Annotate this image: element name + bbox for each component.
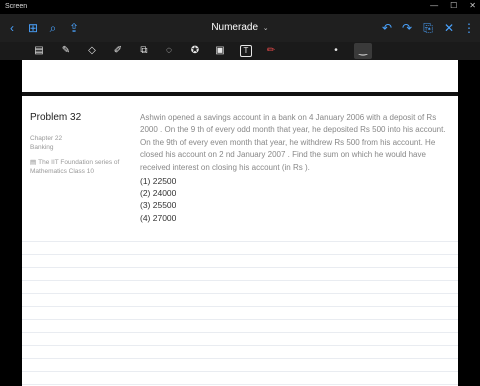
book-reference[interactable]: ▤ The IIT Foundation series of Mathematic… — [30, 158, 119, 176]
option-2: (2) 24000 — [140, 188, 177, 199]
option-3: (3) 25500 — [140, 200, 177, 211]
close-icon[interactable]: ✕ — [441, 20, 457, 36]
option-1: (1) 22500 — [140, 176, 177, 186]
answer-options: (1) 22500 (2) 24000 (3) 25500 (4) 27000 — [140, 175, 176, 224]
lasso-icon[interactable]: ◌ — [161, 43, 177, 59]
sticker-icon[interactable]: ✪ — [187, 43, 203, 59]
topic-label: Banking — [30, 144, 54, 151]
window-controls: — ☐ ✕ — [430, 1, 476, 10]
highlighter-icon[interactable]: ✐ — [110, 43, 126, 59]
laser-pointer-icon[interactable]: ✏ — [263, 43, 279, 59]
eraser-icon[interactable]: ◇ — [84, 43, 100, 59]
more-icon[interactable]: ⋮ — [461, 20, 477, 36]
question-text: Ashwin opened a savings account in a ban… — [140, 113, 446, 172]
save-icon[interactable]: ⎘ — [420, 20, 436, 36]
app-title: Numerade — [211, 22, 259, 33]
window-titlebar: Screen — ☐ ✕ — [0, 0, 480, 14]
redo-icon[interactable]: ↷ — [399, 20, 415, 36]
text-icon[interactable]: T — [240, 45, 252, 57]
pen-size-dot-icon[interactable]: • — [328, 43, 344, 59]
option-4: (4) 27000 — [140, 212, 177, 223]
window-title: Screen — [5, 3, 28, 10]
book-title-line2: Mathematics Class 10 — [30, 168, 94, 175]
close-window-icon[interactable]: ✕ — [469, 1, 476, 10]
chevron-down-icon: ⌄ — [262, 25, 269, 32]
drawing-toolbar: ▤ ✎ ◇ ✐ ⧉ ◌ ✪ ▣ T ✏ • ‿ — [0, 42, 480, 60]
problem-title: Problem 32 — [30, 112, 82, 123]
image-icon[interactable]: ▣ — [212, 43, 228, 59]
shapes-icon[interactable]: ⧉ — [136, 43, 152, 59]
undo-icon[interactable]: ↶ — [379, 20, 395, 36]
minimize-icon[interactable]: — — [430, 1, 438, 10]
chapter-label: Chapter 22 — [30, 135, 63, 142]
notebook-page[interactable]: Problem 32 Chapter 22 Banking ▤ The IIT F… — [22, 96, 458, 386]
stroke-style-icon[interactable]: ‿ — [354, 43, 372, 59]
book-icon: ▤ — [30, 159, 37, 166]
app-bar: ‹ ⊞ ⌕ ⇪ Numerade ⌄ ↶ ↷ ⎘ ✕ ⋮ — [0, 14, 480, 42]
pen-icon[interactable]: ✎ — [58, 43, 74, 59]
maximize-icon[interactable]: ☐ — [450, 1, 457, 10]
panel-icon[interactable]: ▤ — [31, 43, 47, 59]
book-title-line1: The IIT Foundation series of — [38, 159, 120, 166]
previous-page[interactable] — [22, 60, 458, 92]
